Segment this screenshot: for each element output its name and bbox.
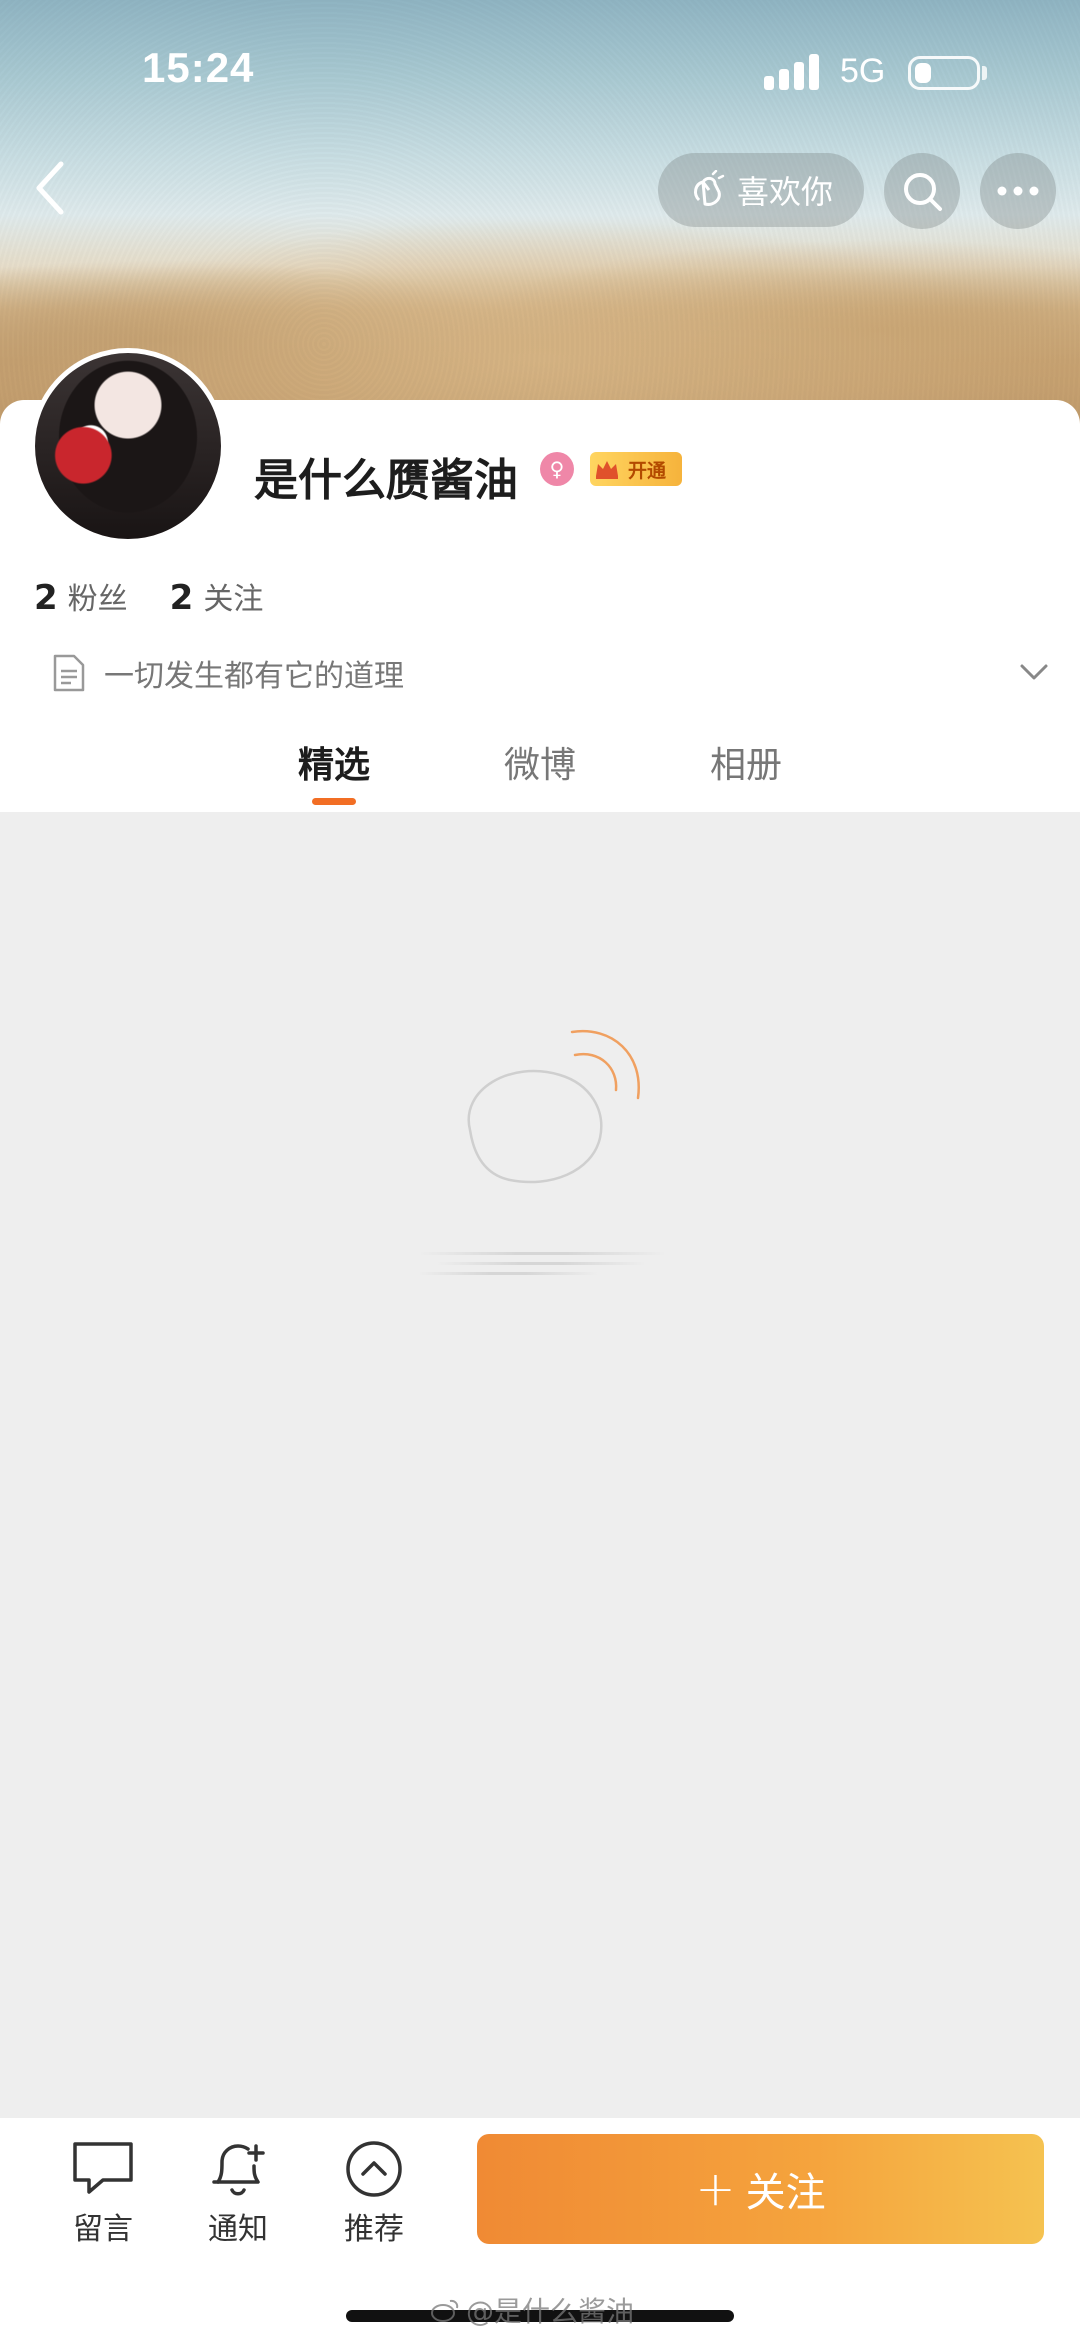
- chat-icon: [70, 2136, 136, 2202]
- vip-open-label: 开通: [628, 459, 667, 482]
- fans-count: 2: [34, 578, 58, 618]
- recommend-button[interactable]: 推荐: [319, 2136, 429, 2248]
- chevron-left-icon: [36, 161, 64, 215]
- fans-label: 粉丝: [67, 582, 128, 617]
- loading-placeholder: [418, 1248, 666, 1282]
- profile-stats: 2 粉丝 2 关注: [34, 574, 263, 618]
- search-button[interactable]: [884, 153, 960, 229]
- chevron-up-circle-icon: [341, 2136, 407, 2202]
- document-icon: [53, 654, 85, 692]
- recommend-label: 推荐: [344, 2212, 404, 2247]
- notify-button[interactable]: 通知: [183, 2136, 293, 2248]
- vip-open-badge[interactable]: 开通: [590, 452, 682, 486]
- back-button[interactable]: [20, 158, 80, 218]
- following-stat[interactable]: 2 关注: [170, 574, 264, 618]
- watermark: @是什么酱油: [430, 2290, 634, 2330]
- more-button[interactable]: [980, 153, 1056, 229]
- following-count: 2: [169, 578, 194, 618]
- tab-album[interactable]: 相册: [710, 736, 782, 788]
- gender-female-icon: ♀: [540, 452, 574, 486]
- weibo-logo-icon: [431, 2299, 459, 2322]
- message-label: 留言: [73, 2212, 133, 2247]
- tab-featured[interactable]: 精选: [298, 736, 370, 788]
- bio-text: 一切发生都有它的道理: [104, 659, 404, 694]
- follow-label: 关注: [745, 2170, 826, 2216]
- battery-icon: [908, 56, 980, 90]
- more-dots-icon: [997, 186, 1039, 196]
- like-you-button[interactable]: 喜欢你: [658, 153, 864, 227]
- network-type: 5G: [840, 52, 886, 90]
- watermark-text: @是什么酱油: [466, 2295, 635, 2328]
- fans-stat[interactable]: 2 粉丝: [34, 574, 128, 618]
- profile-tabs: 精选 微博 相册: [0, 730, 1080, 812]
- message-button[interactable]: 留言: [48, 2136, 158, 2248]
- follow-button[interactable]: + 关注: [477, 2134, 1044, 2244]
- nickname: 是什么赝酱油: [254, 455, 518, 506]
- plus-icon: +: [695, 2161, 736, 2217]
- battery-tip: [982, 66, 987, 80]
- like-you-label: 喜欢你: [736, 173, 833, 211]
- finger-heart-icon: [694, 170, 725, 206]
- tab-weibo[interactable]: 微博: [504, 736, 576, 788]
- chevron-down-icon[interactable]: [1016, 654, 1052, 690]
- search-icon: [904, 173, 942, 211]
- avatar[interactable]: [30, 348, 226, 544]
- following-label: 关注: [203, 582, 264, 617]
- signal-icon: [764, 54, 824, 90]
- weibo-loading-icon: [467, 1029, 640, 1184]
- crown-icon: [590, 452, 624, 486]
- bio-row[interactable]: 一切发生都有它的道理: [52, 648, 1052, 698]
- notify-label: 通知: [208, 2212, 268, 2247]
- bell-plus-icon: [205, 2136, 271, 2202]
- content-area: [0, 812, 1080, 2118]
- active-tab-indicator: [312, 798, 356, 805]
- status-time: 15:24: [142, 44, 255, 91]
